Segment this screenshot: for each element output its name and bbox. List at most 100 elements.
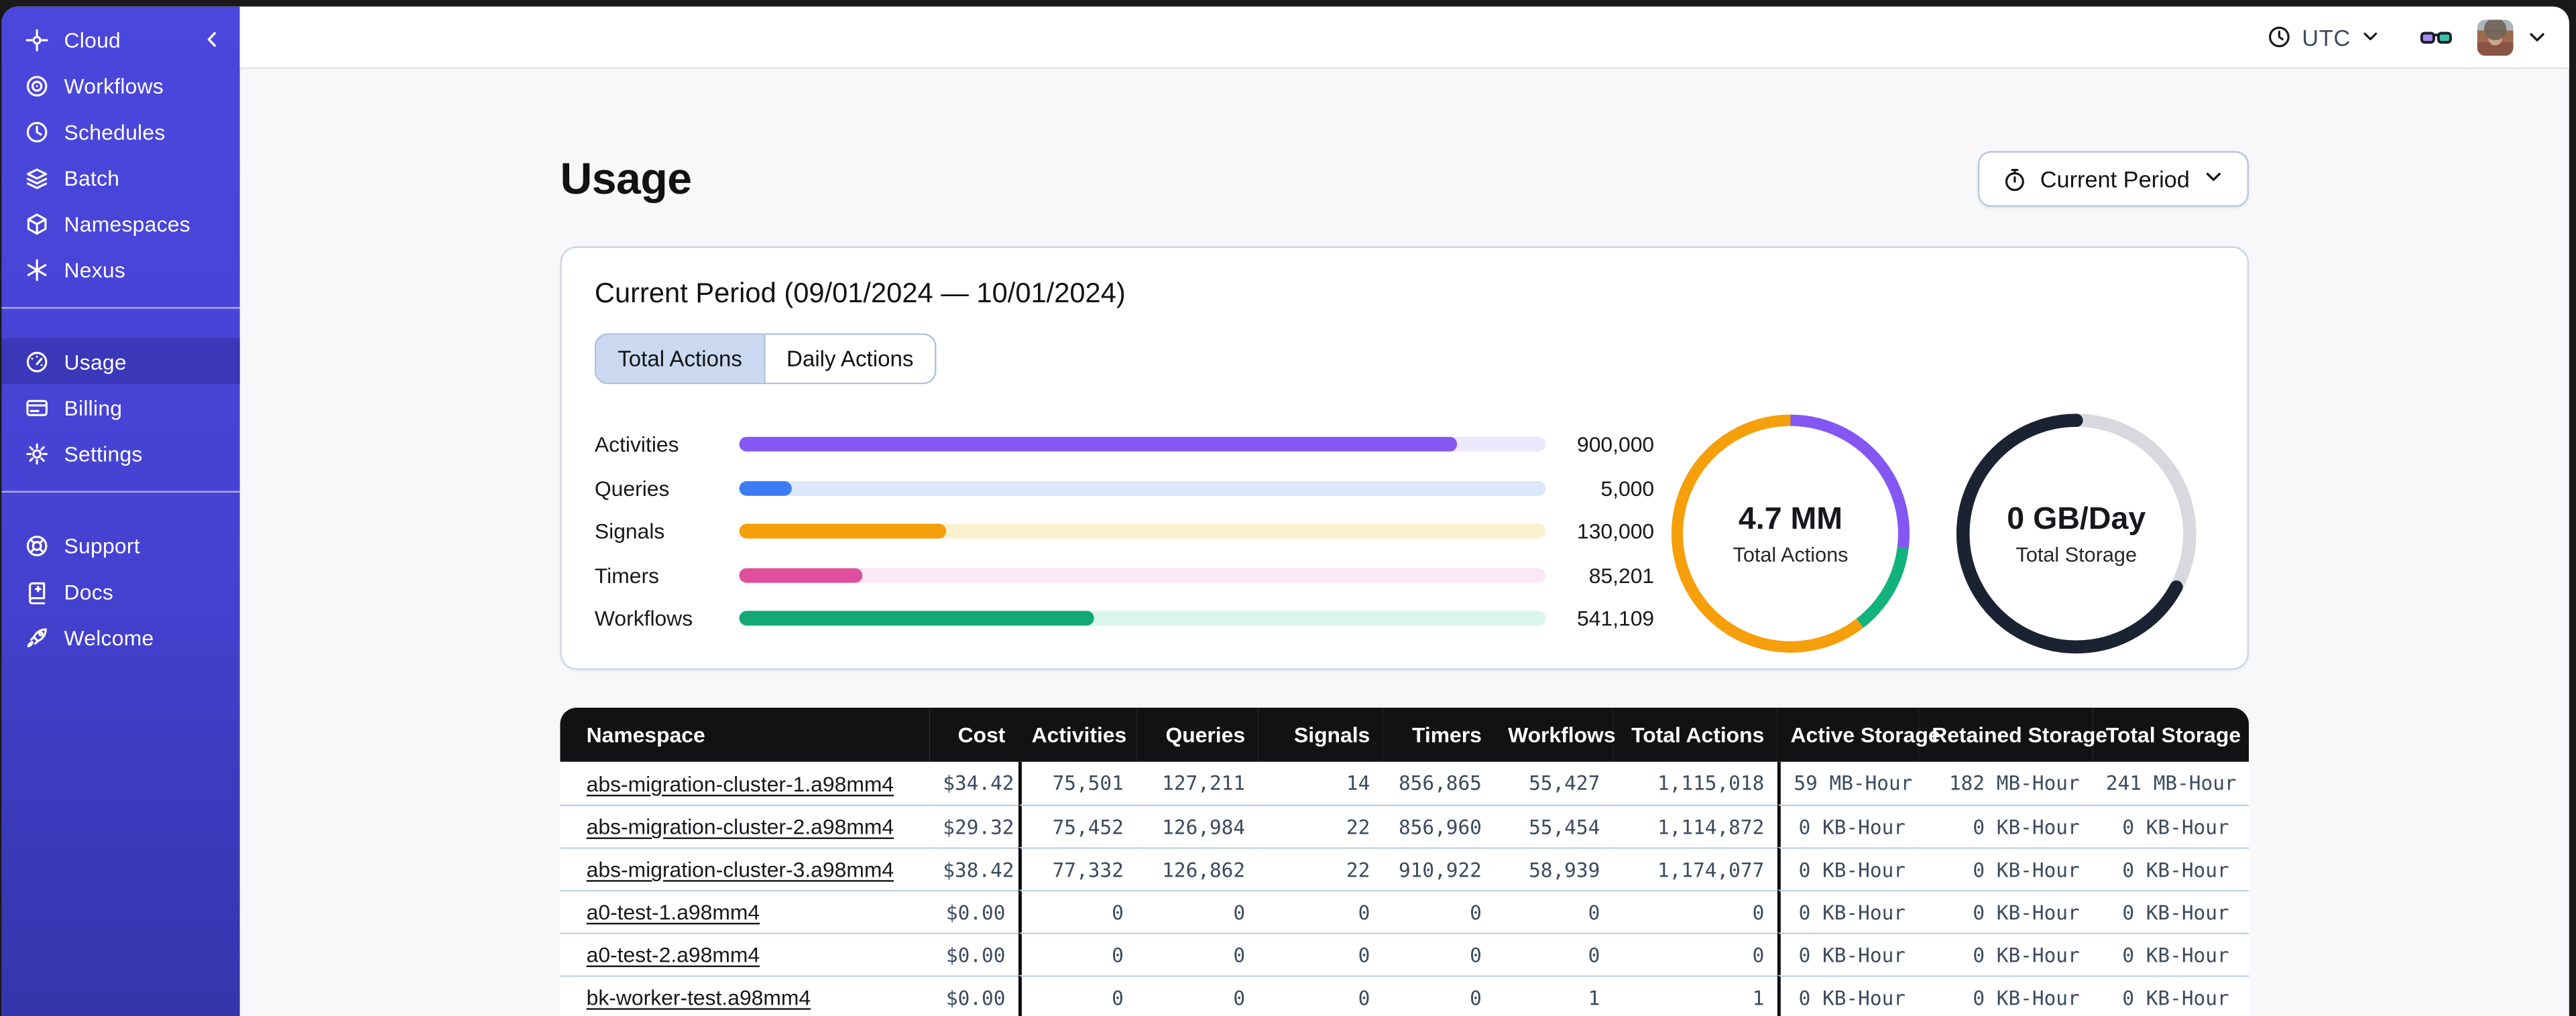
cell-retained-storage: 0 KB-Hour — [1918, 975, 2093, 1016]
cell-queries: 0 — [1136, 932, 1258, 976]
table-row: bk-worker-test.a98mm4 $0.00 0 0 0 0 1 1 0 KB-Hou… — [560, 975, 2249, 1016]
namespace-link[interactable]: a0-test-2.a98mm4 — [587, 942, 760, 967]
sidebar-item-label: Workflows — [64, 73, 164, 98]
bar-row-signals: Signals 130,000 — [595, 519, 1654, 544]
user-menu-chevron-icon[interactable] — [2526, 26, 2548, 48]
bar-label: Queries — [594, 475, 670, 501]
sidebar-item-schedules[interactable]: Schedules — [1, 109, 239, 155]
cell-retained-storage: 0 KB-Hour — [1918, 804, 2093, 848]
period-select-button[interactable]: Current Period — [1977, 151, 2249, 207]
cell-total-actions: 0 — [1613, 932, 1777, 976]
donut-value: 4.7 MM — [1738, 501, 1843, 536]
cell-active-storage: 0 KB-Hour — [1777, 804, 1919, 848]
tab-daily-actions[interactable]: Daily Actions — [763, 334, 935, 383]
sidebar-item-settings[interactable]: Settings — [1, 430, 239, 477]
namespace-link[interactable]: abs-migration-cluster-3.a98mm4 — [587, 857, 894, 882]
sidebar-item-workflows[interactable]: Workflows — [1, 62, 239, 109]
cell-workflows: 55,454 — [1495, 804, 1613, 848]
cell-total-actions: 1 — [1613, 975, 1777, 1016]
cell-total-storage: 0 KB-Hour — [2093, 932, 2249, 976]
sidebar-item-label: Cloud — [64, 27, 121, 52]
usage-summary-card: Current Period (09/01/2024 — 10/01/2024)… — [560, 246, 2249, 670]
cell-activities: 0 — [1018, 889, 1137, 933]
sidebar-collapse-icon[interactable] — [200, 28, 223, 51]
bar-value: 541,109 — [1577, 606, 1655, 631]
cell-cost: $38.42 — [929, 847, 1018, 890]
cell-total-actions: 1,115,018 — [1613, 761, 1777, 805]
sidebar-item-cloud[interactable]: Cloud — [1, 17, 239, 63]
namespace-link[interactable]: abs-migration-cluster-2.a98mm4 — [587, 814, 894, 839]
main-area: UTC Usage Current Period Current Period … — [239, 6, 2569, 1016]
sidebar-item-usage[interactable]: Usage — [1, 338, 240, 385]
namespace-link[interactable]: abs-migration-cluster-1.a98mm4 — [587, 771, 894, 796]
cell-signals: 22 — [1258, 847, 1383, 890]
bar-fill — [739, 611, 1094, 626]
namespace-usage-table-wrap: Namespace Cost Activities Queries Signals Tim… — [560, 707, 2249, 1016]
bar-label: Timers — [594, 562, 660, 587]
sidebar-item-label: Nexus — [64, 257, 126, 282]
sidebar-item-welcome[interactable]: Welcome — [1, 614, 239, 660]
actions-tab-group: Total Actions Daily Actions — [594, 333, 937, 385]
cell-queries: 126,862 — [1136, 847, 1258, 890]
bar-fill — [739, 480, 793, 495]
cell-retained-storage: 0 KB-Hour — [1918, 847, 2093, 890]
sidebar-item-docs[interactable]: Docs — [1, 568, 239, 615]
column-header-total-actions: Total Actions — [1613, 707, 1777, 762]
sidebar-item-nexus[interactable]: Nexus — [1, 247, 239, 293]
bar-row-activities: Activities 900,000 — [595, 432, 1654, 456]
tab-total-actions[interactable]: Total Actions — [596, 334, 764, 383]
bar-value: 900,000 — [1577, 432, 1655, 457]
sidebar-item-namespaces[interactable]: Namespaces — [1, 200, 239, 247]
workflows-icon — [25, 73, 50, 98]
column-header-active-storage: Active Storage — [1777, 707, 1940, 762]
cell-queries: 0 — [1136, 889, 1258, 933]
column-header-queries: Queries — [1136, 707, 1258, 762]
cell-active-storage: 59 MB-Hour — [1777, 761, 1919, 805]
bar-value: 5,000 — [1600, 475, 1655, 501]
cell-timers: 910,922 — [1383, 847, 1495, 890]
donut-value: 0 GB/Day — [2007, 501, 2146, 536]
sidebar-item-billing[interactable]: Billing — [1, 384, 239, 430]
donut-label: Total Actions — [1733, 542, 1849, 566]
cell-total-actions: 0 — [1613, 889, 1777, 933]
table-row: abs-migration-cluster-3.a98mm4 $38.42 77,3… — [560, 847, 2249, 890]
docs-icon — [25, 579, 50, 604]
timezone-selector[interactable]: UTC — [2268, 24, 2380, 50]
column-header-signals: Signals — [1258, 707, 1383, 762]
usage-bar-chart: Activities 900,000 Queries 5,000 Signals 130,… — [594, 432, 1655, 631]
bar-fill — [739, 436, 1458, 452]
cell-cost: $34.42 — [929, 761, 1018, 805]
namespace-link[interactable]: bk-worker-test.a98mm4 — [587, 985, 811, 1010]
bar-track — [739, 480, 1546, 495]
sidebar-item-batch[interactable]: Batch — [1, 154, 239, 200]
column-header-workflows: Workflows — [1495, 707, 1616, 762]
namespace-link[interactable]: a0-test-1.a98mm4 — [587, 900, 760, 925]
table-row: abs-migration-cluster-2.a98mm4 $29.32 75,4… — [560, 804, 2249, 848]
bar-track — [739, 611, 1546, 626]
desktop: Cloud Workflows Schedules Batch Namespaces Ne… — [0, 0, 2576, 1016]
donut-label: Total Storage — [2015, 542, 2138, 566]
cell-timers: 0 — [1383, 975, 1495, 1016]
avatar[interactable] — [2477, 19, 2514, 56]
cell-total-actions: 1,174,077 — [1613, 847, 1777, 890]
cell-workflows: 0 — [1495, 932, 1613, 976]
bar-label: Signals — [594, 519, 665, 544]
bar-track — [739, 567, 1546, 582]
bar-row-workflows: Workflows 541,109 — [595, 606, 1654, 631]
sidebar-item-label: Settings — [64, 440, 143, 466]
table-row: a0-test-1.a98mm4 $0.00 0 0 0 0 0 0 0 KB-Hour 0 KB… — [560, 889, 2249, 933]
batch-icon — [25, 165, 50, 190]
cell-timers: 856,865 — [1383, 761, 1495, 805]
sidebar-item-support[interactable]: Support — [1, 522, 239, 568]
sidebar-item-label: Namespaces — [64, 210, 190, 236]
bar-label: Activities — [594, 432, 679, 457]
period-select-label: Current Period — [2040, 166, 2190, 192]
bar-label: Workflows — [594, 606, 693, 631]
chevron-down-icon — [2203, 166, 2224, 192]
sidebar-item-label: Welcome — [64, 625, 154, 649]
dev-glasses-icon[interactable] — [2420, 24, 2453, 50]
cell-workflows: 1 — [1495, 975, 1613, 1016]
cell-activities: 75,501 — [1018, 761, 1137, 805]
cell-queries: 0 — [1136, 975, 1258, 1016]
welcome-icon — [25, 625, 50, 649]
